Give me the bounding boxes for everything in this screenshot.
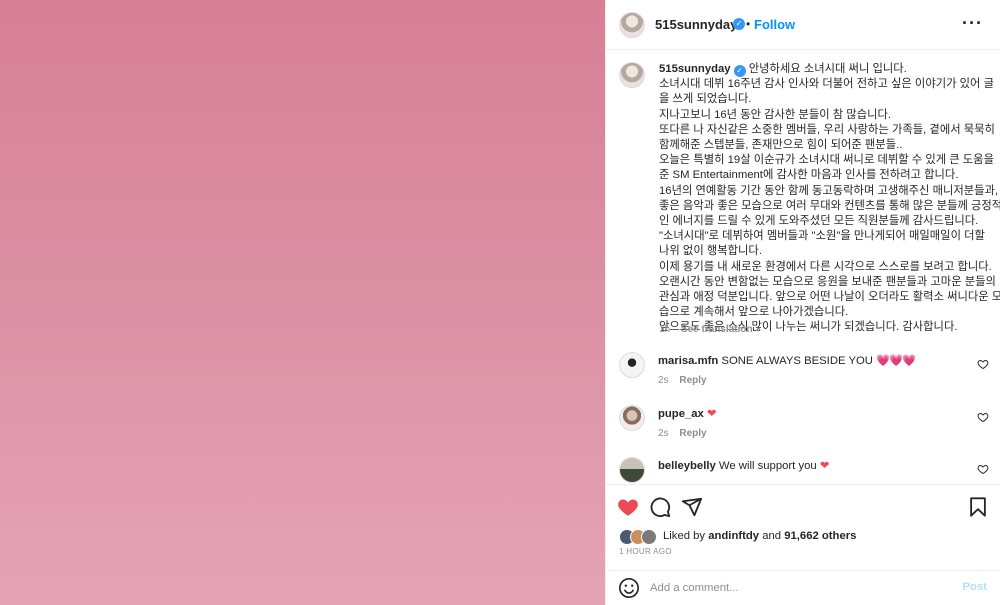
post-side-panel: 515sunnyday ✓ • Follow ··· 515sunnyday ✓ … — [605, 0, 1000, 605]
comment-time: 2s — [658, 428, 669, 439]
comment-meta: 2s Reply — [658, 375, 707, 386]
post-photo[interactable] — [0, 0, 605, 605]
caption-line: 함께해준 스텝분들, 존재만으로 힘이 되어준 팬분들.. — [659, 139, 903, 152]
author-avatar[interactable] — [619, 12, 645, 38]
comment-input[interactable] — [650, 579, 950, 597]
follow-button[interactable]: Follow — [754, 17, 795, 32]
commenter-avatar[interactable] — [619, 352, 645, 378]
comment-text: marisa.mfn SONE ALWAYS BESIDE YOU 💗💗💗 — [658, 354, 916, 367]
author-username[interactable]: 515sunnyday — [655, 17, 737, 32]
caption-line: 인 에너지를 드릴 수 있게 도와주셨던 모든 직원분들께 감사드립니다. — [659, 215, 979, 228]
comment-time: 2s — [658, 375, 669, 386]
add-comment-bar: Post — [606, 570, 1000, 605]
reply-button[interactable]: Reply — [679, 428, 706, 439]
post-header: 515sunnyday ✓ • Follow ··· — [606, 0, 1000, 50]
comment-like-icon[interactable] — [977, 411, 989, 423]
caption-line: 소녀시대 데뷔 16주년 감사 인사와 더불어 전하고 싶은 이야기가 있어 글 — [659, 78, 994, 91]
comment-item: marisa.mfn SONE ALWAYS BESIDE YOU 💗💗💗 2s… — [606, 352, 1000, 402]
caption-line: 지나고보니 16년 동안 감사한 분들이 참 많습니다. — [659, 108, 892, 121]
comment-body: SONE ALWAYS BESIDE YOU — [721, 355, 873, 367]
caption-line: 오랜시간 동안 변함없는 모습으로 응원을 보내준 팬분들과 고마운 분들의 — [659, 275, 996, 288]
more-options-icon[interactable]: ··· — [962, 13, 983, 34]
comment-like-icon[interactable] — [977, 463, 989, 475]
caption-author-avatar[interactable] — [619, 62, 645, 88]
verified-badge-icon: ✓ — [733, 18, 745, 30]
caption-meta: 1h See translation — [659, 324, 753, 335]
comment-text: pupe_ax ❤ — [658, 407, 716, 420]
commenter-avatar[interactable] — [619, 405, 645, 431]
comment-meta: 2s Reply — [658, 428, 707, 439]
caption-line: 이제 용기를 내 새로운 환경에서 다른 시각으로 스스로를 보려고 합니다. — [659, 260, 992, 273]
separator-dot: • — [746, 17, 751, 31]
caption-line: 준 SM Entertainment에 감사한 마음과 인사를 전하려고 합니다… — [659, 169, 959, 182]
caption-line: 나위 없이 행복합니다. — [659, 245, 762, 258]
heart-filled-icon[interactable] — [617, 496, 639, 518]
bookmark-icon[interactable] — [967, 496, 989, 518]
verified-badge-icon: ✓ — [733, 65, 746, 77]
comment-body: We will support you — [718, 460, 817, 472]
likes-count[interactable]: 91,662 others — [784, 530, 856, 542]
smiley-emoji-icon[interactable] — [618, 577, 640, 599]
liked-by-prefix: Liked by — [663, 530, 706, 542]
comment-text: belleybelly We will support you ❤ — [658, 459, 829, 472]
caption-line: 습으로 계속해서 앞으로 나아가겠습니다. — [659, 306, 849, 319]
caption-line: 16년의 연예활동 기간 동안 함께 동고동락하며 고생해주신 매니저분들과, — [659, 184, 999, 197]
share-paper-plane-icon[interactable] — [681, 496, 703, 518]
liked-by-user[interactable]: andinftdy — [708, 530, 759, 542]
commenter-avatar[interactable] — [619, 457, 645, 483]
comment-emoji: ❤ — [819, 460, 830, 472]
see-translation-link[interactable]: See translation — [681, 324, 753, 335]
post-caption: 515sunnyday ✓ 안녕하세요 소녀시대 써니 입니다. 소녀시대 데뷔 … — [659, 62, 1000, 336]
reply-button[interactable]: Reply — [679, 375, 706, 386]
comment-like-icon[interactable] — [977, 358, 989, 370]
likes-summary: Liked by andinftdy and 91,662 others — [663, 530, 856, 542]
comment-emoji: ❤ — [706, 408, 717, 420]
caption-username[interactable]: 515sunnyday — [659, 63, 731, 75]
caption-line: "소녀시대"로 데뷔하여 멤버들과 "소원"을 만나게되어 매일매일이 더할 — [659, 230, 985, 243]
post-timestamp[interactable]: 1 HOUR AGO — [619, 547, 672, 556]
caption-time: 1h — [659, 324, 671, 335]
comment-username[interactable]: marisa.mfn — [658, 355, 718, 367]
comment-username[interactable]: pupe_ax — [658, 408, 704, 420]
caption-line: 안녕하세요 소녀시대 써니 입니다. — [748, 63, 907, 75]
caption-line: 을 쓰게 되었습니다. — [659, 93, 752, 106]
caption-line: 좋은 음악과 좋은 모습으로 여러 무대와 컨텐츠를 통해 많은 분들께 긍정적 — [659, 199, 1000, 212]
caption-line: 관심과 애정 덕분입니다. 앞으로 어떤 나날이 오더라도 활력소 써니다운 모 — [659, 291, 1000, 304]
comment-item: pupe_ax ❤ 2s Reply — [606, 405, 1000, 455]
comment-username[interactable]: belleybelly — [658, 460, 716, 472]
comment-emoji: 💗💗💗 — [876, 355, 916, 367]
liked-by-and: and — [762, 530, 782, 542]
caption-line: 또다른 나 자신같은 소중한 멤버들, 우리 사랑하는 가족들, 곁에서 묵묵히 — [659, 123, 995, 136]
caption-line: 오늘은 특별히 19살 이순규가 소녀시대 써니로 데뷔할 수 있게 큰 도움을 — [659, 154, 994, 167]
avatar — [641, 529, 657, 545]
liked-by-avatars[interactable] — [619, 529, 663, 545]
post-comment-button[interactable]: Post — [963, 581, 987, 593]
comment-bubble-icon[interactable] — [649, 496, 671, 518]
